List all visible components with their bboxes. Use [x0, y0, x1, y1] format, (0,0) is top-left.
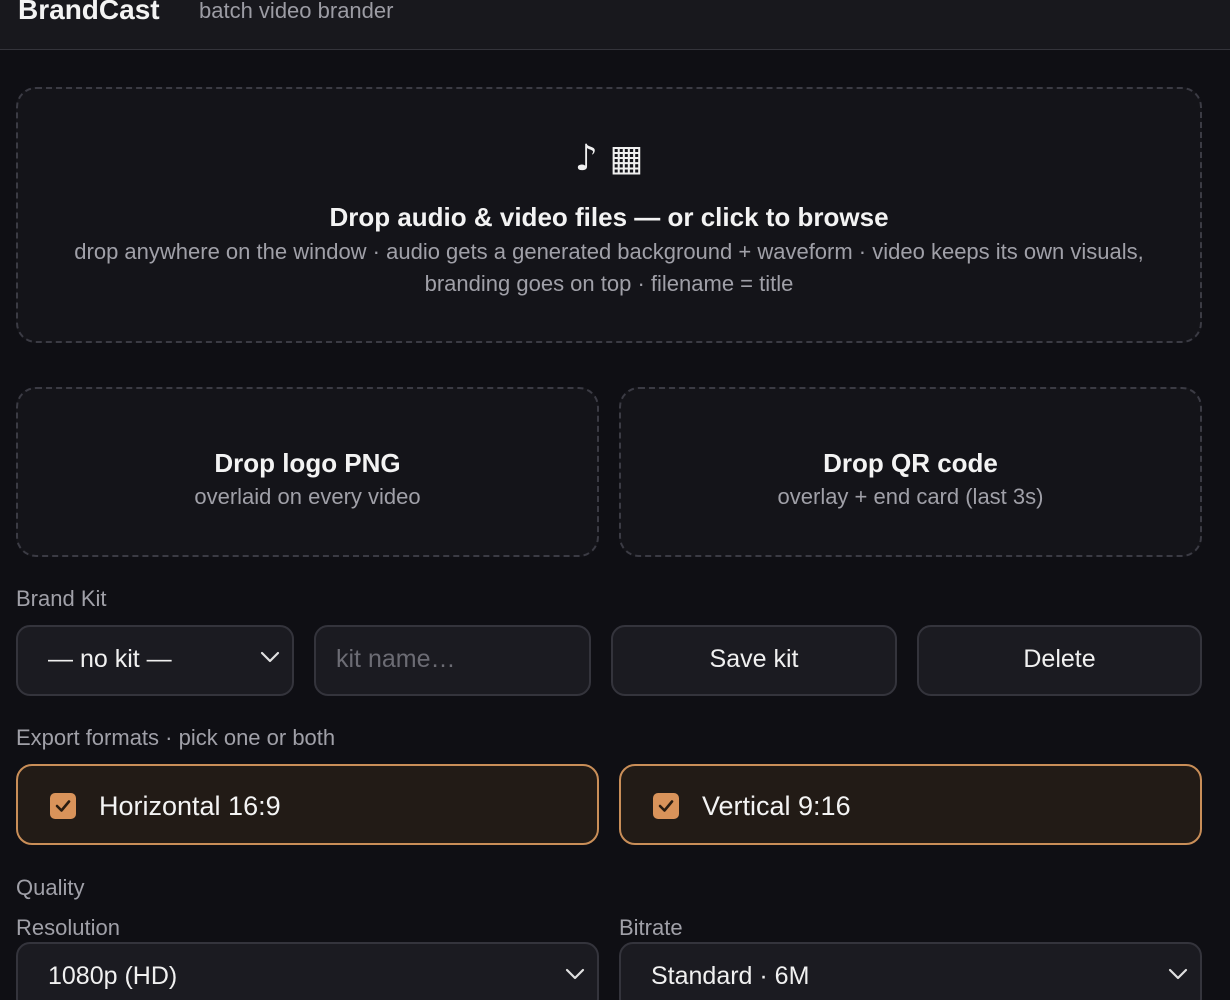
chevron-down-icon [1168, 968, 1188, 980]
qr-dropzone[interactable]: Drop QR code overlay + end card (last 3s… [619, 387, 1202, 557]
vertical-format-label: Vertical 9:16 [702, 791, 851, 821]
bitrate-select[interactable]: Standard · 6M [619, 942, 1202, 1000]
export-formats-label: Export formats · pick one or both [16, 725, 336, 750]
media-dropzone-title: Drop audio & video files — or click to b… [329, 202, 889, 232]
qr-dropzone-title: Drop QR code [823, 448, 998, 478]
delete-kit-button[interactable]: Delete [917, 625, 1202, 696]
brand-kit-selected-value: — no kit — [48, 645, 172, 673]
brand-kit-label: Brand Kit [16, 586, 107, 611]
chevron-down-icon [260, 651, 280, 663]
media-dropzone[interactable]: ♪ ▦ Drop audio & video files — or click … [16, 87, 1202, 343]
save-kit-button[interactable]: Save kit [611, 625, 897, 696]
check-icon [55, 800, 71, 812]
app-tagline: batch video brander [199, 0, 394, 23]
logo-dropzone-title: Drop logo PNG [214, 448, 401, 478]
format-horizontal-toggle[interactable]: Horizontal 16:9 [16, 764, 599, 845]
app-title: BrandCast [18, 0, 160, 25]
resolution-label: Resolution [16, 915, 120, 940]
bitrate-selected-value: Standard · 6M [651, 962, 810, 990]
logo-dropzone[interactable]: Drop logo PNG overlaid on every video [16, 387, 599, 557]
qr-dropzone-description: overlay + end card (last 3s) [777, 484, 1044, 509]
delete-kit-label: Delete [1023, 645, 1096, 673]
media-dropzone-description: drop anywhere on the window · audio gets… [74, 239, 1144, 296]
vertical-checkbox[interactable] [653, 793, 679, 819]
logo-dropzone-description: overlaid on every video [194, 484, 421, 509]
resolution-select[interactable]: 1080p (HD) [16, 942, 599, 1000]
brand-kit-select[interactable]: — no kit — [16, 625, 294, 696]
kit-name-input[interactable]: kit name… [314, 625, 591, 696]
resolution-selected-value: 1080p (HD) [48, 962, 178, 990]
kit-name-placeholder: kit name… [336, 645, 456, 673]
save-kit-label: Save kit [709, 645, 799, 673]
horizontal-checkbox[interactable] [50, 793, 76, 819]
app-header: BrandCast batch video brander [0, 0, 1230, 50]
format-vertical-toggle[interactable]: Vertical 9:16 [619, 764, 1202, 845]
bitrate-label: Bitrate [619, 915, 683, 940]
quality-label: Quality [16, 875, 85, 900]
check-icon [658, 800, 674, 812]
media-icons: ♪ ▦ [574, 138, 644, 179]
chevron-down-icon [565, 968, 585, 980]
horizontal-format-label: Horizontal 16:9 [99, 791, 281, 821]
